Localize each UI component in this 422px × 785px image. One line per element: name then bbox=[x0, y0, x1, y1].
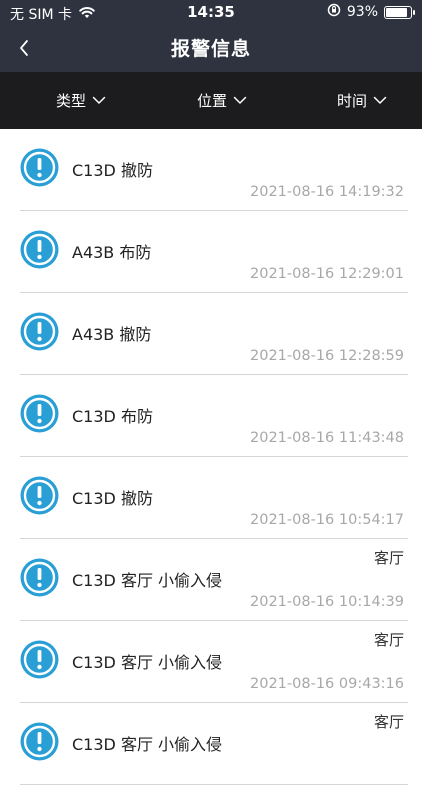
filter-location-dropdown[interactable]: 位置 bbox=[197, 72, 247, 129]
exclamation-circle-icon bbox=[20, 148, 59, 187]
alarm-title: C13D 布防 bbox=[72, 407, 153, 426]
alarm-list-item[interactable]: C13D 撤防 2021-08-16 14:19:32 bbox=[0, 129, 422, 211]
alarm-time: 2021-08-16 10:14:39 bbox=[250, 594, 404, 610]
alarm-title: C13D 客厅 小偷入侵 bbox=[72, 653, 223, 672]
alarm-time: 2021-08-16 11:43:48 bbox=[250, 430, 404, 446]
exclamation-circle-icon bbox=[20, 722, 59, 761]
alarm-list-item[interactable]: C13D 撤防 2021-08-16 10:54:17 bbox=[0, 457, 422, 539]
filter-bar: 类型 位置 时间 bbox=[0, 72, 422, 129]
filter-time-dropdown[interactable]: 时间 bbox=[337, 72, 387, 129]
battery-percent: 93% bbox=[346, 4, 378, 20]
alarm-list-item[interactable]: C13D 布防 2021-08-16 11:43:48 bbox=[0, 375, 422, 457]
alarm-title: C13D 撤防 bbox=[72, 489, 153, 508]
alarm-time: 2021-08-16 10:54:17 bbox=[250, 512, 404, 528]
alarm-location: 客厅 bbox=[373, 549, 404, 567]
page-title: 报警信息 bbox=[170, 38, 251, 60]
alarm-time: 2021-08-16 12:29:01 bbox=[250, 266, 404, 282]
nav-bar: 报警信息 bbox=[0, 24, 422, 72]
alarm-list-item[interactable]: 客厅 C13D 客厅 小偷入侵 2021-08-16 10:14:39 bbox=[0, 539, 422, 621]
alarm-location: 客厅 bbox=[373, 713, 404, 731]
exclamation-circle-icon bbox=[20, 230, 59, 269]
chevron-down-icon bbox=[92, 96, 106, 104]
alarm-list-item[interactable]: 客厅 C13D 客厅 小偷入侵 2021-08-16 09:43:16 bbox=[0, 621, 422, 703]
filter-label: 类型 bbox=[56, 92, 87, 110]
alarm-title: A43B 撤防 bbox=[72, 325, 152, 344]
alarm-location: 客厅 bbox=[373, 631, 404, 649]
app-header: 无 SIM 卡 14:35 93% 报警信息 bbox=[0, 0, 422, 72]
alarm-title: C13D 撤防 bbox=[72, 161, 153, 180]
chevron-down-icon bbox=[233, 96, 247, 104]
alarm-title: C13D 客厅 小偷入侵 bbox=[72, 735, 223, 754]
alarm-time: 2021-08-16 14:19:32 bbox=[250, 184, 404, 200]
exclamation-circle-icon bbox=[20, 476, 59, 515]
filter-label: 时间 bbox=[337, 92, 368, 110]
exclamation-circle-icon bbox=[20, 558, 59, 597]
alarm-list-item[interactable]: A43B 布防 2021-08-16 12:29:01 bbox=[0, 211, 422, 293]
battery-fill bbox=[386, 7, 408, 17]
exclamation-circle-icon bbox=[20, 640, 59, 679]
status-bar: 无 SIM 卡 14:35 93% bbox=[0, 0, 422, 24]
alarm-title: A43B 布防 bbox=[72, 243, 152, 262]
chevron-down-icon bbox=[373, 96, 387, 104]
filter-type-dropdown[interactable]: 类型 bbox=[56, 72, 106, 129]
orientation-lock-icon bbox=[327, 3, 341, 21]
alarm-list-item[interactable]: 客厅 C13D 客厅 小偷入侵 bbox=[0, 703, 422, 785]
alarm-title: C13D 客厅 小偷入侵 bbox=[72, 571, 223, 590]
alarm-list: C13D 撤防 2021-08-16 14:19:32 A43B 布防 2021… bbox=[0, 129, 422, 785]
alarm-time: 2021-08-16 09:43:16 bbox=[250, 676, 404, 692]
exclamation-circle-icon bbox=[20, 394, 59, 433]
battery-icon bbox=[384, 5, 415, 19]
alarm-list-item[interactable]: A43B 撤防 2021-08-16 12:28:59 bbox=[0, 293, 422, 375]
exclamation-circle-icon bbox=[20, 312, 59, 351]
filter-label: 位置 bbox=[197, 92, 228, 110]
alarm-time: 2021-08-16 12:28:59 bbox=[250, 348, 404, 364]
